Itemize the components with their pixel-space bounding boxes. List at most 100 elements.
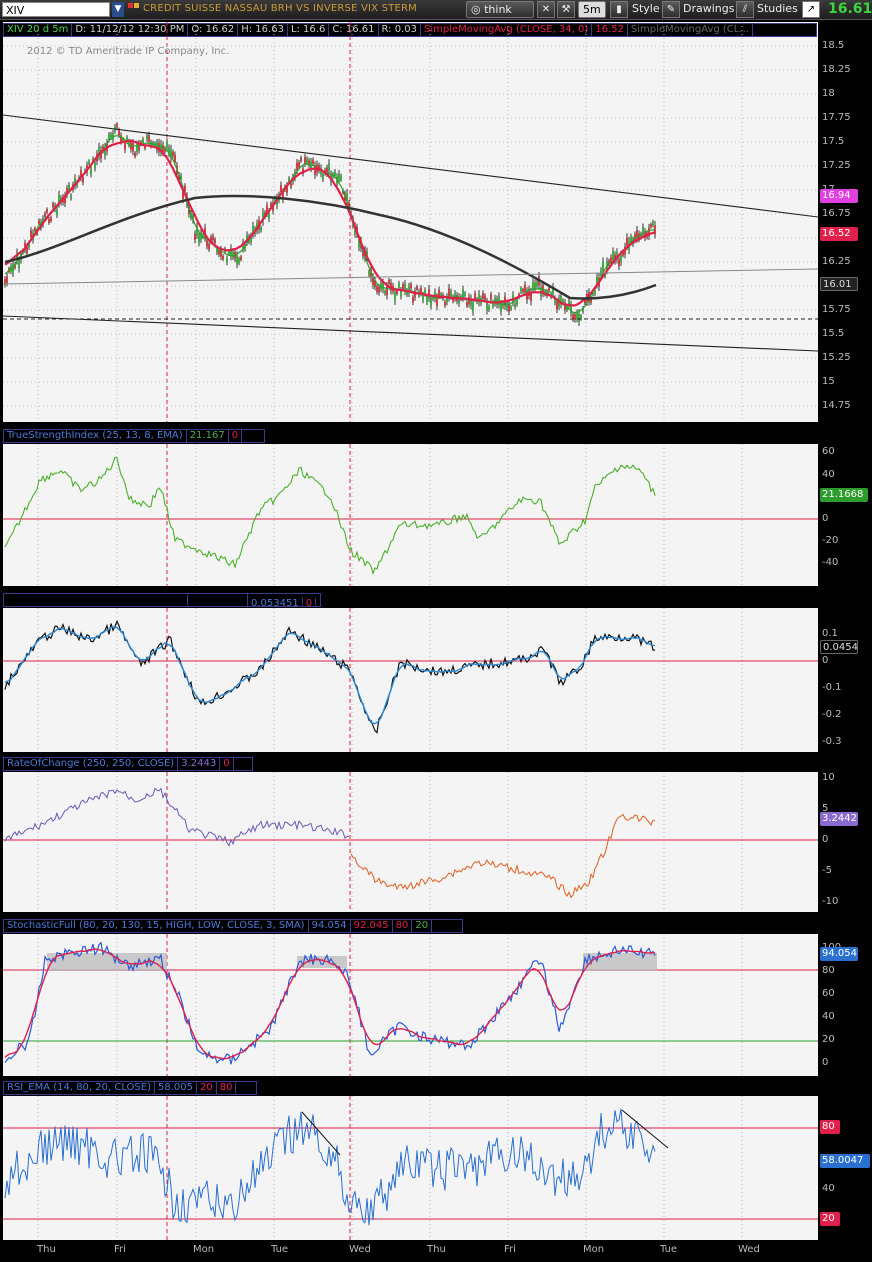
price-candle-body bbox=[534, 282, 536, 289]
roc-line-positive bbox=[4, 787, 350, 847]
price-candle-body bbox=[328, 163, 330, 171]
rsi-tag-ob: 80 bbox=[820, 1120, 840, 1134]
price-candle-body bbox=[38, 220, 40, 224]
price-candle-body bbox=[396, 290, 398, 294]
price-candle-body bbox=[482, 293, 484, 299]
price-candle-body bbox=[384, 290, 386, 295]
price-candle-body bbox=[602, 261, 604, 271]
roc-tick: -10 bbox=[822, 896, 839, 907]
price-candle-body bbox=[6, 276, 8, 283]
price-candle-body bbox=[650, 224, 652, 228]
price-candle-body bbox=[574, 314, 576, 321]
price-candle-body bbox=[90, 168, 92, 175]
price-candle-body bbox=[206, 240, 208, 247]
price-candle-body bbox=[378, 286, 380, 293]
price-candle-body bbox=[474, 293, 476, 299]
time-axis-label: Fri bbox=[504, 1244, 516, 1255]
price-tick: 16.25 bbox=[822, 256, 851, 267]
price-candle-body bbox=[500, 303, 502, 312]
price-candle-body bbox=[56, 209, 58, 216]
price-tick: 17.5 bbox=[822, 136, 845, 147]
rsi-tag-os: 20 bbox=[820, 1212, 840, 1226]
macd-tick: -0.1 bbox=[822, 682, 842, 693]
tsi-line bbox=[4, 456, 656, 576]
price-candle-body bbox=[576, 312, 578, 320]
price-candle-body bbox=[300, 157, 302, 162]
price-candle-body bbox=[146, 135, 148, 140]
price-candle-body bbox=[466, 302, 468, 307]
chart-drawing-layer bbox=[2, 22, 819, 1240]
tsi-tick: 0 bbox=[822, 513, 829, 524]
stoch-ob-zone bbox=[583, 953, 657, 971]
price-candle-body bbox=[236, 255, 238, 264]
price-candle-body bbox=[536, 281, 538, 287]
time-axis-label: Wed bbox=[349, 1244, 371, 1255]
price-candle-body bbox=[132, 143, 134, 152]
roc-tick: -5 bbox=[822, 865, 832, 876]
price-candle-body bbox=[306, 158, 308, 163]
price-tick: 16.75 bbox=[822, 208, 851, 219]
price-candle-body bbox=[386, 286, 388, 296]
price-candle-body bbox=[296, 162, 298, 171]
price-candle-body bbox=[486, 302, 488, 311]
price-candle-body bbox=[448, 288, 450, 298]
price-candle-body bbox=[166, 141, 168, 148]
price-candle-body bbox=[208, 244, 210, 250]
price-candle-body bbox=[212, 235, 214, 240]
price-candle-body bbox=[338, 173, 340, 181]
macd-tick: 0 bbox=[822, 655, 829, 666]
tsi-tag: 21.1668 bbox=[820, 488, 868, 502]
long-sma-line bbox=[4, 194, 657, 300]
price-tick: 17.25 bbox=[822, 160, 851, 171]
price-candle-body bbox=[410, 284, 412, 289]
price-candle-body bbox=[484, 295, 486, 300]
price-candle-body bbox=[620, 254, 622, 263]
price-candle-body bbox=[618, 258, 620, 267]
price-candle-body bbox=[240, 256, 242, 260]
price-candle-body bbox=[94, 163, 96, 169]
price-candle-body bbox=[510, 306, 512, 310]
price-candle-body bbox=[612, 251, 614, 260]
price-candle-body bbox=[116, 123, 118, 128]
price-tick: 14.75 bbox=[822, 400, 851, 411]
price-candle-body bbox=[450, 291, 452, 297]
price-candle-body bbox=[524, 284, 526, 293]
price-candle-body bbox=[124, 143, 126, 150]
tsi-tick: 60 bbox=[822, 446, 835, 457]
price-candle-body bbox=[556, 301, 558, 310]
price-candle-body bbox=[142, 139, 144, 144]
time-axis-label: Fri bbox=[114, 1244, 126, 1255]
stoch-tick: 80 bbox=[822, 965, 835, 976]
rsi-tick: 40 bbox=[822, 1183, 835, 1194]
price-candle-body bbox=[578, 313, 580, 322]
price-candle-body bbox=[50, 217, 52, 222]
price-tick: 18.5 bbox=[822, 40, 845, 51]
price-candle-body bbox=[216, 248, 218, 253]
price-candle-body bbox=[298, 162, 300, 168]
price-candle-body bbox=[260, 227, 262, 231]
price-candle-body bbox=[148, 135, 150, 142]
macd-line bbox=[4, 619, 655, 734]
price-candle-body bbox=[174, 154, 176, 163]
price-candle-body bbox=[438, 289, 440, 296]
stoch-tick: 40 bbox=[822, 1011, 835, 1022]
price-candle-body bbox=[398, 283, 400, 288]
price-candle-body bbox=[18, 260, 20, 269]
stoch-tag: 94.054 bbox=[820, 947, 858, 961]
price-candle-body bbox=[444, 301, 446, 306]
time-axis-label: Wed bbox=[738, 1244, 760, 1255]
price-candle-body bbox=[412, 297, 414, 303]
price-candle-body bbox=[402, 284, 404, 289]
price-candle-body bbox=[652, 221, 654, 226]
price-tick: 15.25 bbox=[822, 352, 851, 363]
price-candle-body bbox=[304, 157, 306, 164]
price-candle-body bbox=[514, 303, 516, 308]
stoch-ob-zone bbox=[47, 953, 167, 971]
price-tag-sma2: 16.94 bbox=[820, 189, 858, 203]
price-candle-body bbox=[462, 289, 464, 298]
sma-34-line bbox=[4, 139, 656, 307]
price-candle-body bbox=[198, 234, 200, 243]
price-candle-body bbox=[340, 175, 342, 180]
tsi-tick: -20 bbox=[822, 535, 839, 546]
price-candle-body bbox=[222, 255, 224, 260]
